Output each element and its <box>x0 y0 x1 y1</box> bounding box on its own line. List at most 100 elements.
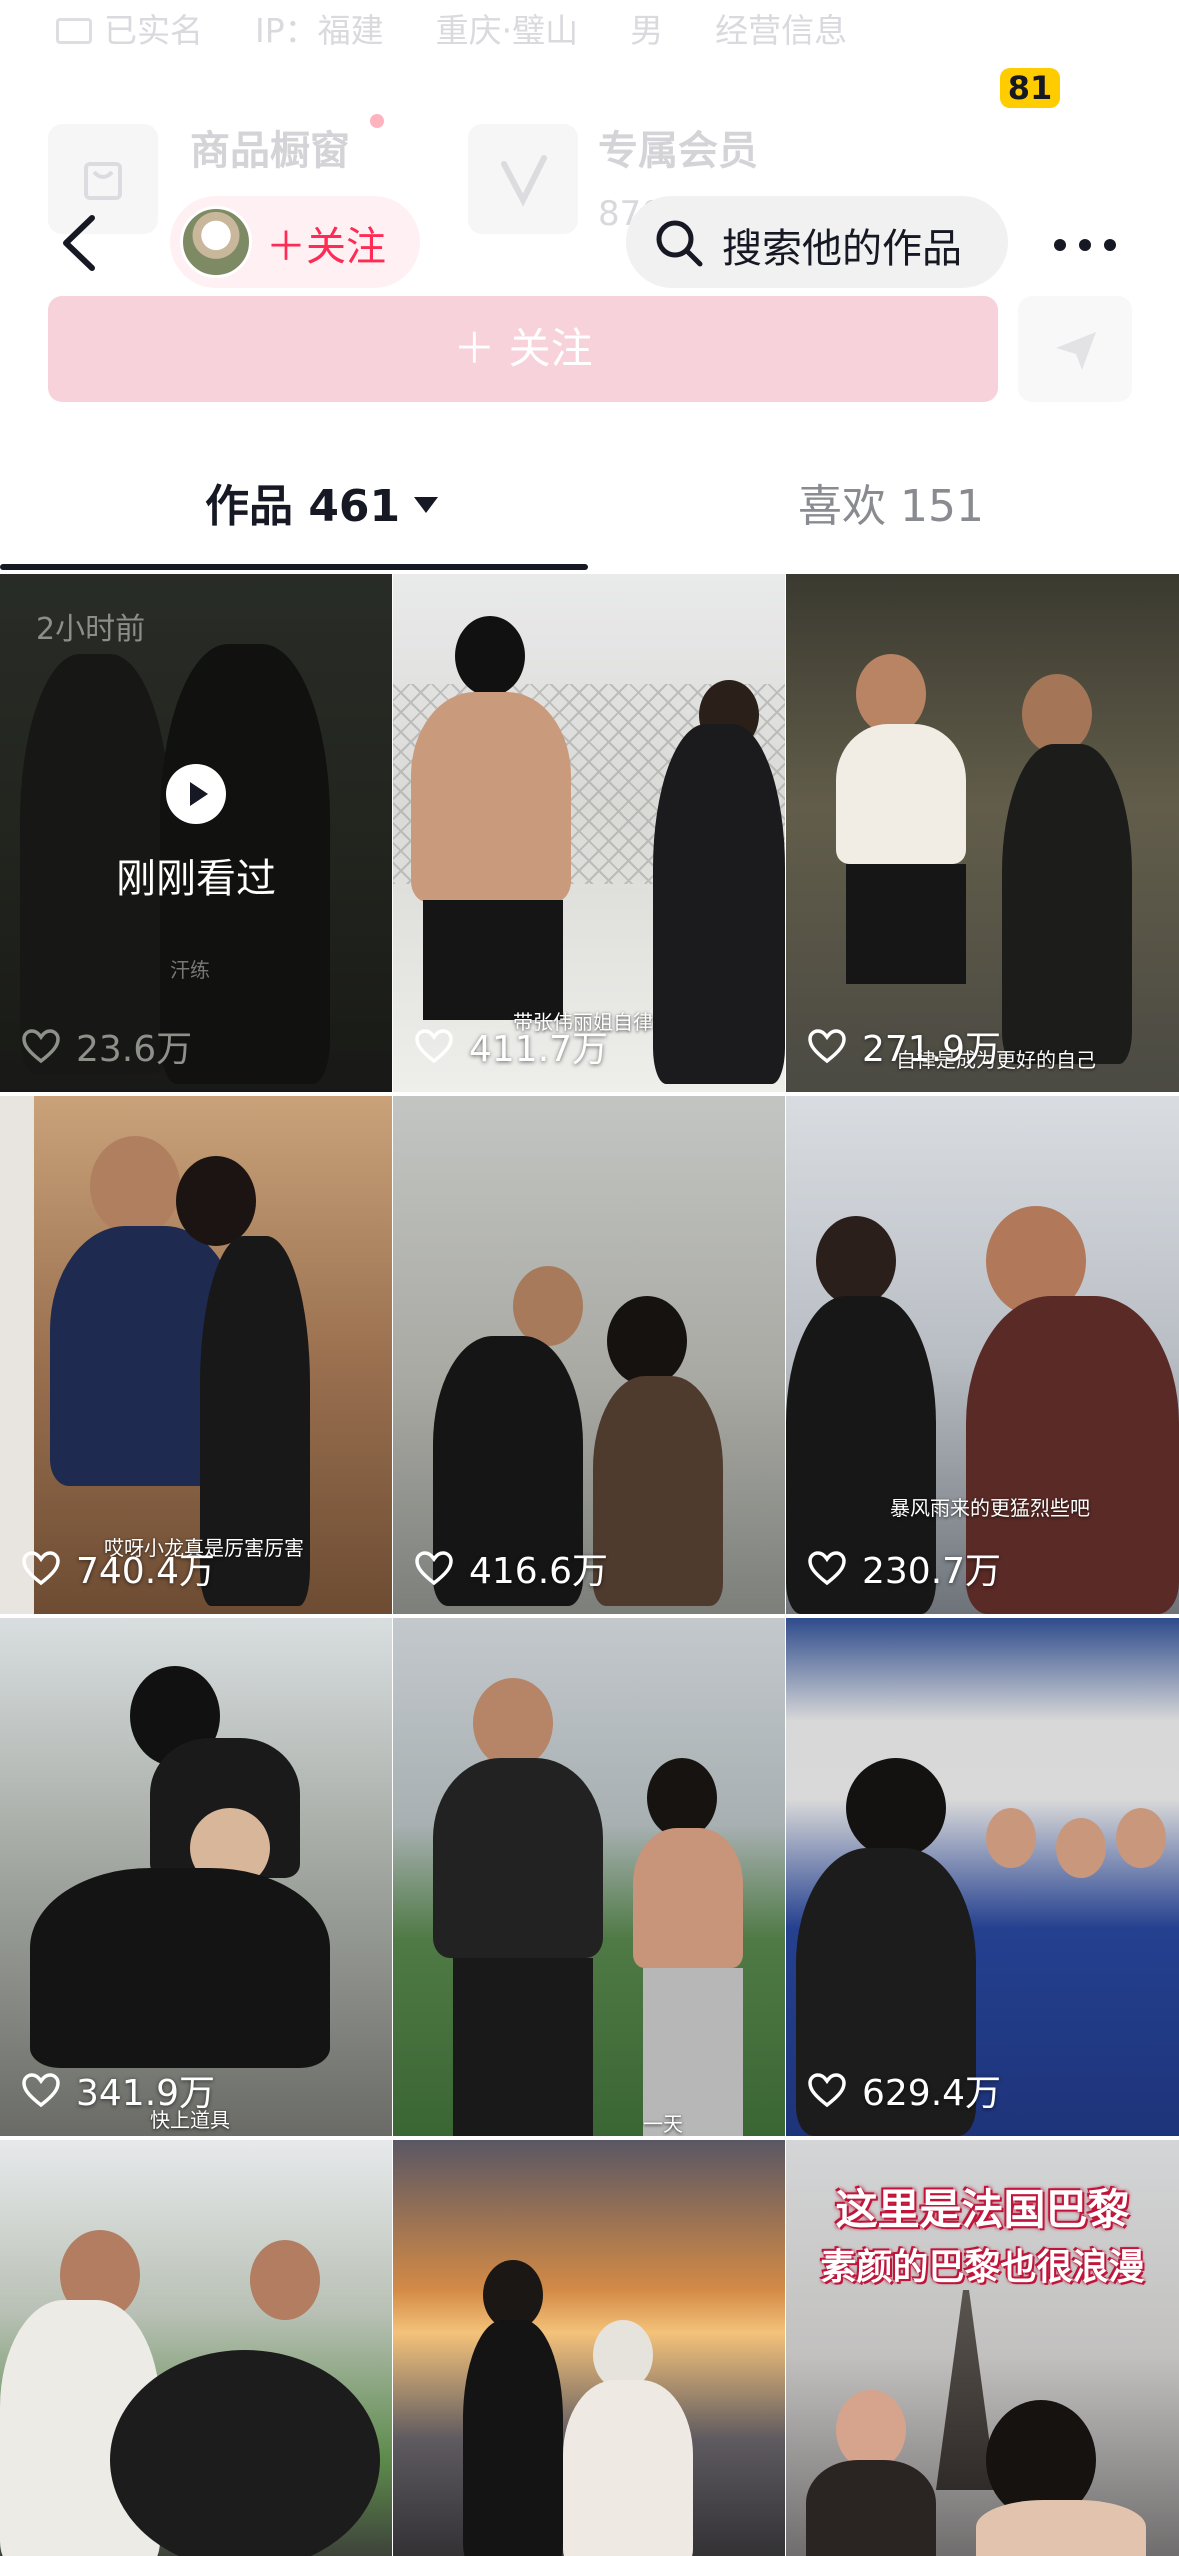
person-figure <box>563 2380 693 2556</box>
person-head <box>607 1296 687 1386</box>
like-count-value: 629.4万 <box>862 2073 1002 2114</box>
video-thumb[interactable]: 暴风雨来的更猛烈些吧 230.7万 <box>786 1096 1179 1614</box>
notification-badge[interactable]: 81 <box>1000 68 1060 108</box>
person-figure <box>411 692 571 902</box>
like-count: 341.9万 <box>20 2064 215 2116</box>
person-figure <box>1002 744 1132 1064</box>
mini-follow-button[interactable]: ＋关注 <box>170 196 420 288</box>
shop-red-dot <box>370 114 384 128</box>
heart-icon <box>808 1029 846 1064</box>
person-figure <box>836 724 966 864</box>
top-nav: ＋关注 搜索他的作品 <box>0 190 1179 300</box>
content-tabs: 作品 461 喜欢 151 <box>0 440 1179 570</box>
like-count: 271.9万 <box>806 1020 1001 1072</box>
video-thumb[interactable]: 哎呀小龙真是厉害厉害 740.4万 <box>0 1096 392 1614</box>
person-head <box>473 1678 553 1768</box>
more-icon[interactable] <box>1050 220 1120 270</box>
id-card-icon <box>56 18 92 44</box>
person-head <box>856 654 926 734</box>
tab-likes[interactable]: 喜欢 151 <box>798 470 984 534</box>
person-head <box>90 1136 180 1236</box>
video-thumb[interactable]: 带张伟丽姐自律 411.7万 <box>393 574 785 1092</box>
person-head <box>647 1758 717 1838</box>
overlay-title: 这里是法国巴黎 <box>835 2185 1130 2234</box>
play-icon <box>166 764 226 824</box>
person-head <box>250 2240 320 2320</box>
gender: 男 <box>630 11 664 50</box>
like-count: 230.7万 <box>806 1542 1001 1594</box>
person-figure <box>633 1828 743 1968</box>
person-figure <box>463 2320 563 2556</box>
person-head <box>1056 1818 1106 1878</box>
tab-works[interactable]: 作品 461 <box>205 470 439 534</box>
search-works-input[interactable]: 搜索他的作品 <box>626 196 1008 288</box>
heart-icon <box>808 1551 846 1586</box>
person-head <box>1022 674 1092 754</box>
like-count: 411.7万 <box>413 1020 608 1072</box>
ip-location: IP：福建 <box>255 11 384 50</box>
like-count-value: 411.7万 <box>469 1029 609 1070</box>
video-thumb[interactable]: 自律是成为更好的自己 271.9万 <box>786 574 1179 1092</box>
send-icon[interactable] <box>1018 296 1132 402</box>
shorts <box>846 864 966 984</box>
video-thumb[interactable]: 2小时前 刚刚看过 汗练 23.6万 <box>0 574 392 1092</box>
follow-button[interactable]: ＋ 关注 <box>48 296 998 402</box>
person-head <box>1116 1808 1166 1868</box>
post-time: 2小时前 <box>36 612 146 647</box>
like-count: 416.6万 <box>413 1542 608 1594</box>
like-count-value: 230.7万 <box>862 1551 1002 1592</box>
person-head <box>455 616 525 696</box>
verified-tag: 已实名 <box>56 4 203 52</box>
heart-icon <box>415 1029 453 1064</box>
search-icon <box>652 216 706 270</box>
like-count-value: 23.6万 <box>76 1029 193 1070</box>
person-head <box>816 1216 896 1306</box>
like-count-value: 271.9万 <box>862 1029 1002 1070</box>
person-figure <box>976 2500 1146 2556</box>
heart-icon <box>22 1029 60 1064</box>
person-figure <box>30 1868 330 2068</box>
video-caption: 一天 <box>643 2112 683 2136</box>
avatar[interactable] <box>180 206 252 278</box>
like-count-value: 341.9万 <box>76 2073 216 2114</box>
tab-indicator <box>0 564 588 570</box>
video-thumb[interactable]: 629.4万 <box>786 1618 1179 2136</box>
video-thumb[interactable]: 416.6万 <box>393 1096 785 1614</box>
person-head <box>176 1156 256 1246</box>
video-thumb[interactable] <box>0 2140 392 2556</box>
video-thumb[interactable]: 这里是法国巴黎 素颜的巴黎也很浪漫 <box>786 2140 1179 2556</box>
profile-meta-row: 已实名 IP：福建 重庆·璧山 男 经营信息 <box>56 4 847 52</box>
business-info[interactable]: 经营信息 <box>715 4 847 52</box>
city: 重庆·璧山 <box>435 11 579 50</box>
mini-follow-label: ＋关注 <box>266 224 386 270</box>
heart-icon <box>808 2073 846 2108</box>
tire <box>110 2350 380 2556</box>
person-head <box>986 1808 1036 1868</box>
heart-icon <box>22 1551 60 1586</box>
pants <box>453 1958 593 2136</box>
vip-title: 专属会员 <box>598 128 758 174</box>
like-count: 629.4万 <box>806 2064 1001 2116</box>
video-grid: 2小时前 刚刚看过 汗练 23.6万 带张伟丽姐自律 411.7万 自律是成为更… <box>0 574 1179 2556</box>
video-caption: 汗练 <box>170 958 210 982</box>
video-thumb[interactable] <box>393 2140 785 2556</box>
back-icon[interactable] <box>50 208 120 278</box>
person-head <box>513 1266 583 1346</box>
caret-down-icon[interactable] <box>414 497 439 513</box>
person-head <box>836 2390 906 2470</box>
video-thumb[interactable]: 一天 <box>393 1618 785 2136</box>
like-count-value: 416.6万 <box>469 1551 609 1592</box>
heart-icon <box>415 1551 453 1586</box>
video-thumb[interactable]: 快上道具 341.9万 <box>0 1618 392 2136</box>
heart-icon <box>22 2073 60 2108</box>
like-count: 740.4万 <box>20 1542 215 1594</box>
search-placeholder: 搜索他的作品 <box>722 226 962 272</box>
like-count: 23.6万 <box>20 1020 192 1072</box>
person-figure <box>593 1376 723 1606</box>
wall <box>0 1096 34 1614</box>
person-head <box>846 1758 946 1858</box>
person-figure <box>806 2460 936 2556</box>
shop-title: 商品橱窗 <box>190 128 350 174</box>
recently-watched-label: 刚刚看过 <box>116 856 276 902</box>
person-figure <box>433 1758 603 1958</box>
